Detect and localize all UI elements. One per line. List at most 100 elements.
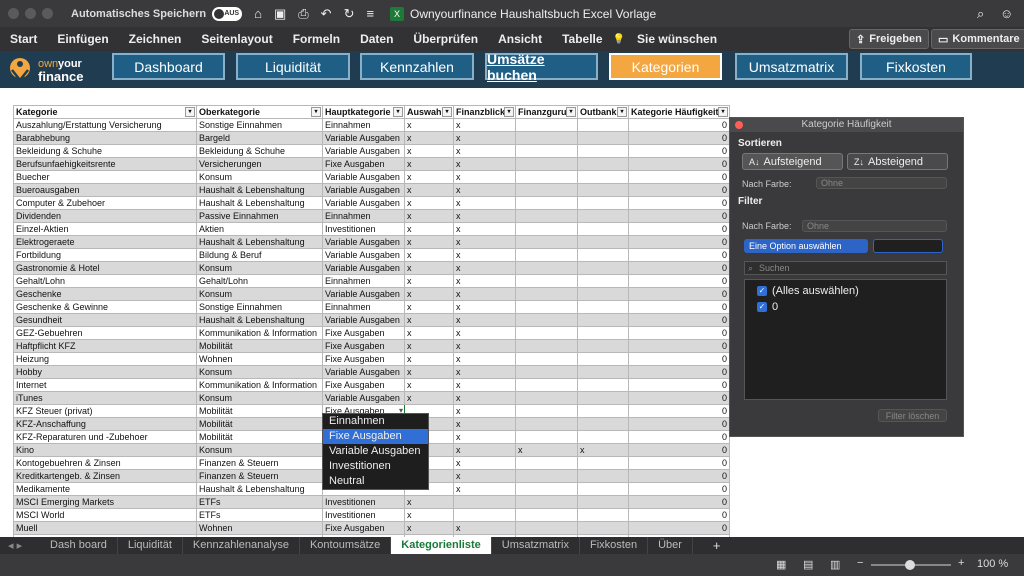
close-panel-icon[interactable] — [735, 121, 743, 129]
comments-button[interactable]: ▭ Kommentare — [931, 29, 1024, 49]
table-cell[interactable]: x — [404, 183, 454, 197]
table-cell[interactable]: iTunes — [13, 391, 197, 405]
table-cell[interactable]: x — [453, 196, 516, 210]
table-cell[interactable]: Variable Ausgaben — [322, 365, 405, 379]
table-cell[interactable] — [515, 183, 578, 197]
table-cell[interactable]: MSCI World — [13, 508, 197, 522]
table-cell[interactable]: 0 — [628, 443, 730, 457]
table-cell[interactable]: KFZ Steuer (privat) — [13, 404, 197, 418]
table-cell[interactable]: Investitionen — [322, 495, 405, 509]
table-cell[interactable]: Variable Ausgaben — [322, 170, 405, 184]
filter-dropdown-icon[interactable]: ▾ — [185, 107, 195, 117]
table-cell[interactable] — [577, 144, 629, 158]
table-cell[interactable]: 0 — [628, 196, 730, 210]
table-cell[interactable]: x — [404, 144, 454, 158]
table-cell[interactable] — [515, 248, 578, 262]
table-cell[interactable]: x — [453, 183, 516, 197]
nav-button-1[interactable]: Liquidität — [236, 53, 350, 80]
zoom-slider-thumb[interactable] — [905, 560, 915, 570]
table-cell[interactable]: x — [453, 131, 516, 145]
table-cell[interactable]: 0 — [628, 339, 730, 353]
table-cell[interactable]: 0 — [628, 456, 730, 470]
table-cell[interactable] — [577, 248, 629, 262]
account-icon[interactable]: ☺ — [1000, 6, 1013, 21]
table-cell[interactable]: 0 — [628, 300, 730, 314]
table-cell[interactable] — [515, 274, 578, 288]
table-cell[interactable]: Haftpflicht KFZ — [13, 339, 197, 353]
table-cell[interactable] — [515, 378, 578, 392]
table-cell[interactable] — [577, 404, 629, 418]
table-cell[interactable] — [515, 495, 578, 509]
table-cell[interactable] — [515, 235, 578, 249]
table-cell[interactable]: x — [404, 261, 454, 275]
sort-ascending-button[interactable]: A↓ Aufsteigend — [742, 153, 843, 170]
hauptkategorie-dropdown-list[interactable]: Einnahmen Fixe Ausgaben Variable Ausgaben I… — [322, 413, 429, 490]
dropdown-option[interactable]: Investitionen — [323, 459, 428, 474]
table-cell[interactable]: x — [404, 287, 454, 301]
table-cell[interactable] — [515, 469, 578, 483]
filter-dropdown-icon[interactable]: ▾ — [718, 107, 728, 117]
table-cell[interactable]: Hobby — [13, 365, 197, 379]
table-cell[interactable]: x — [404, 300, 454, 314]
table-cell[interactable] — [577, 183, 629, 197]
table-cell[interactable]: Haushalt & Lebenshaltung — [196, 183, 323, 197]
table-cell[interactable]: x — [404, 248, 454, 262]
table-cell[interactable]: Berufsunfaehigkeitsrente — [13, 157, 197, 171]
table-cell[interactable]: Sonstige Einnahmen — [196, 118, 323, 132]
table-cell[interactable]: Variable Ausgaben — [322, 313, 405, 327]
table-cell[interactable] — [577, 157, 629, 171]
table-cell[interactable]: Buecher — [13, 170, 197, 184]
table-cell[interactable]: x — [404, 131, 454, 145]
table-cell[interactable]: Gehalt/Lohn — [13, 274, 197, 288]
table-cell[interactable]: Barabhebung — [13, 131, 197, 145]
table-cell[interactable]: x — [453, 521, 516, 535]
nav-button-0[interactable]: Dashboard — [112, 53, 225, 80]
table-cell[interactable] — [577, 508, 629, 522]
table-cell[interactable] — [515, 118, 578, 132]
table-cell[interactable]: x — [404, 508, 454, 522]
table-cell[interactable]: x — [453, 287, 516, 301]
table-cell[interactable]: x — [404, 391, 454, 405]
table-cell[interactable]: x — [453, 365, 516, 379]
table-cell[interactable]: Aktien — [196, 222, 323, 236]
table-cell[interactable]: Heizung — [13, 352, 197, 366]
table-cell[interactable] — [577, 287, 629, 301]
table-cell[interactable]: Variable Ausgaben — [322, 131, 405, 145]
menu-9[interactable]: Sie wünschen — [637, 32, 717, 46]
table-cell[interactable]: Variable Ausgaben — [322, 196, 405, 210]
table-cell[interactable] — [577, 196, 629, 210]
table-cell[interactable]: Einnahmen — [322, 274, 405, 288]
sort-descending-button[interactable]: Z↓ Absteigend — [847, 153, 948, 170]
table-cell[interactable] — [515, 417, 578, 431]
table-cell[interactable]: 0 — [628, 482, 730, 496]
undo-icon[interactable]: ↶ — [321, 6, 332, 22]
table-cell[interactable] — [577, 222, 629, 236]
table-cell[interactable] — [577, 365, 629, 379]
table-cell[interactable] — [577, 118, 629, 132]
table-cell[interactable]: x — [453, 404, 516, 418]
table-cell[interactable]: 0 — [628, 508, 730, 522]
table-cell[interactable] — [577, 339, 629, 353]
table-cell[interactable]: x — [453, 469, 516, 483]
table-cell[interactable]: 0 — [628, 365, 730, 379]
table-cell[interactable]: Medikamente — [13, 482, 197, 496]
table-cell[interactable] — [515, 365, 578, 379]
table-cell[interactable] — [515, 222, 578, 236]
sheet-tab[interactable]: Fixkosten — [580, 537, 649, 554]
table-cell[interactable]: Bueroausgaben — [13, 183, 197, 197]
table-cell[interactable]: Finanzen & Steuern — [196, 469, 323, 483]
table-cell[interactable]: x — [404, 313, 454, 327]
table-cell[interactable]: x — [404, 170, 454, 184]
table-cell[interactable]: Variable Ausgaben — [322, 235, 405, 249]
table-cell[interactable]: Fixe Ausgaben — [322, 378, 405, 392]
table-cell[interactable]: x — [404, 209, 454, 223]
checkbox-checked-icon[interactable]: ✓ — [757, 286, 767, 296]
zoom-window-icon[interactable] — [42, 8, 53, 19]
table-cell[interactable]: x — [453, 248, 516, 262]
table-cell[interactable]: Konsum — [196, 443, 323, 457]
table-cell[interactable]: x — [404, 521, 454, 535]
table-cell[interactable]: Internet — [13, 378, 197, 392]
table-cell[interactable]: x — [453, 118, 516, 132]
dropdown-option[interactable]: Fixe Ausgaben — [323, 429, 428, 444]
table-cell[interactable] — [577, 352, 629, 366]
